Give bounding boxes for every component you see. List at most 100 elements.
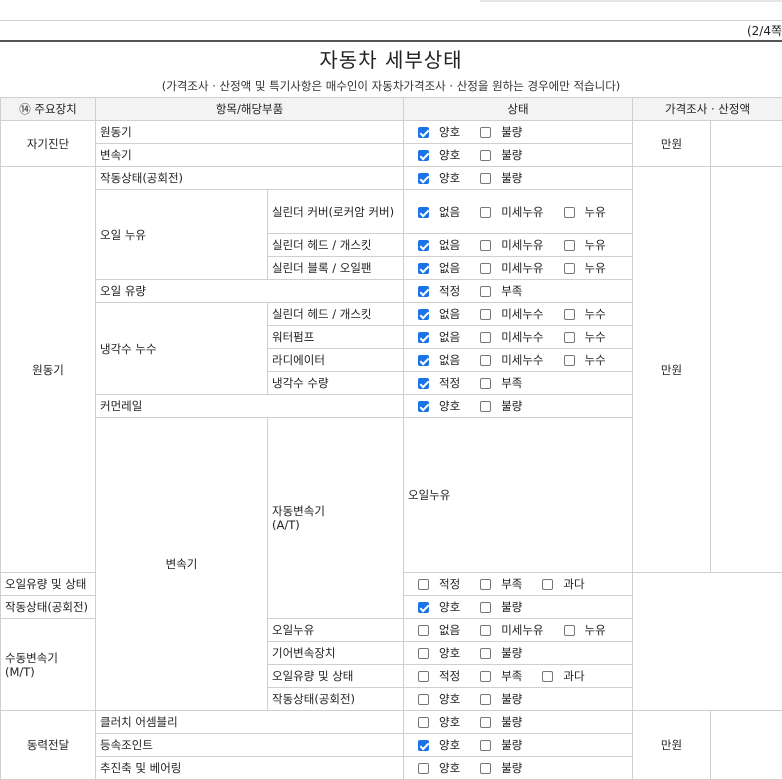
title-separator — [0, 40, 782, 42]
checkbox-unchecked[interactable] — [418, 648, 429, 659]
checkbox-unchecked[interactable] — [480, 332, 491, 343]
checkbox-unchecked[interactable] — [564, 240, 575, 251]
checkbox-unchecked[interactable] — [542, 671, 553, 682]
checkbox-checked[interactable] — [418, 263, 429, 274]
status-option-label: 양호 — [439, 399, 460, 413]
status-option-label: 과다 — [563, 577, 584, 591]
checkbox-checked[interactable] — [418, 740, 429, 751]
checkbox-unchecked[interactable] — [480, 263, 491, 274]
checkbox-unchecked[interactable] — [480, 717, 491, 728]
checkbox-unchecked[interactable] — [418, 625, 429, 636]
status-option: 누유 — [564, 238, 616, 252]
item-label: 오일유량 및 상태 — [1, 573, 96, 596]
checkbox-unchecked[interactable] — [418, 671, 429, 682]
status-option: 불량 — [480, 715, 532, 729]
status-option-label: 없음 — [439, 330, 460, 344]
document-title: 자동차 세부상태 — [0, 44, 782, 73]
checkbox-unchecked[interactable] — [480, 207, 491, 218]
status-option-label: 미세누유 — [501, 238, 543, 252]
checkbox-unchecked[interactable] — [564, 355, 575, 366]
item-label: 오일 유량 — [96, 280, 404, 303]
checkbox-unchecked[interactable] — [480, 763, 491, 774]
status-option-label: 양호 — [439, 692, 460, 706]
price-unit: 만원 — [633, 121, 711, 167]
subgroup-auto-trans: 자동변속기 (A/T) — [268, 418, 404, 619]
checkbox-unchecked[interactable] — [480, 694, 491, 705]
checkbox-unchecked[interactable] — [480, 127, 491, 138]
status-option: 없음 — [418, 205, 470, 219]
browser-top-bar — [0, 0, 782, 21]
checkbox-unchecked[interactable] — [480, 378, 491, 389]
checkbox-unchecked[interactable] — [480, 602, 491, 613]
checkbox-unchecked[interactable] — [418, 694, 429, 705]
checkbox-unchecked[interactable] — [480, 150, 491, 161]
status-option: 미세누유 — [480, 623, 553, 637]
checkbox-checked[interactable] — [418, 355, 429, 366]
status-option-label: 미세누유 — [501, 205, 543, 219]
checkbox-unchecked[interactable] — [418, 763, 429, 774]
checkbox-unchecked[interactable] — [480, 240, 491, 251]
status-option-label: 불량 — [501, 148, 522, 162]
status-option-label: 불량 — [501, 692, 522, 706]
checkbox-unchecked[interactable] — [564, 207, 575, 218]
item-label: 클러치 어셈블리 — [96, 711, 404, 734]
checkbox-checked[interactable] — [418, 309, 429, 320]
checkbox-checked[interactable] — [418, 286, 429, 297]
checkbox-checked[interactable] — [418, 207, 429, 218]
checkbox-unchecked[interactable] — [480, 286, 491, 297]
checkbox-checked[interactable] — [418, 602, 429, 613]
status-cell: 적정부족과다 — [404, 573, 633, 596]
item-label: 오일유량 및 상태 — [268, 665, 404, 688]
checkbox-unchecked[interactable] — [564, 309, 575, 320]
status-cell: 양호 불량 — [404, 688, 633, 711]
checkbox-unchecked[interactable] — [542, 579, 553, 590]
checkbox-checked[interactable] — [418, 240, 429, 251]
checkbox-unchecked[interactable] — [480, 740, 491, 751]
status-option: 과다 — [542, 669, 594, 683]
status-option: 적정 — [418, 284, 470, 298]
table-row: 동력전달 클러치 어셈블리 양호불량 만원 — [1, 711, 782, 734]
item-label: 실린더 헤드 / 개스킷 — [268, 234, 404, 257]
checkbox-unchecked[interactable] — [480, 401, 491, 412]
checkbox-checked[interactable] — [418, 150, 429, 161]
checkbox-unchecked[interactable] — [480, 625, 491, 636]
checkbox-unchecked[interactable] — [480, 648, 491, 659]
status-cell: 없음 미세누유 누유 — [404, 619, 633, 642]
checkbox-checked[interactable] — [418, 378, 429, 389]
status-cell: 없음미세누유누유 — [404, 234, 633, 257]
checkbox-unchecked[interactable] — [480, 309, 491, 320]
status-cell: 양호 불량 — [404, 144, 633, 167]
checkbox-checked[interactable] — [418, 332, 429, 343]
status-option: 누유 — [564, 623, 616, 637]
status-option-label: 없음 — [439, 623, 460, 637]
status-option: 미세누수 — [480, 353, 553, 367]
item-label: 작동상태(공회전) — [1, 596, 96, 619]
checkbox-unchecked[interactable] — [480, 173, 491, 184]
status-option: 누유 — [564, 261, 616, 275]
checkbox-unchecked[interactable] — [480, 355, 491, 366]
status-option-label: 불량 — [501, 399, 522, 413]
checkbox-unchecked[interactable] — [480, 579, 491, 590]
status-option: 부족 — [480, 669, 532, 683]
status-option: 양호 — [418, 148, 470, 162]
checkbox-unchecked[interactable] — [564, 263, 575, 274]
table-row: 원동기 작동상태(공회전) 양호불량 만원 — [1, 167, 782, 190]
status-option: 적정 — [418, 376, 470, 390]
checkbox-checked[interactable] — [418, 173, 429, 184]
checkbox-unchecked[interactable] — [564, 625, 575, 636]
header-main-device: ⑭ 주요장치 — [1, 98, 96, 121]
status-option: 양호 — [418, 738, 470, 752]
status-option-label: 불량 — [501, 600, 522, 614]
header-status: 상태 — [404, 98, 633, 121]
item-label: 작동상태(공회전) — [96, 167, 404, 190]
status-option: 누유 — [564, 205, 616, 219]
item-label: 오일누유 — [268, 619, 404, 642]
checkbox-checked[interactable] — [418, 127, 429, 138]
checkbox-unchecked[interactable] — [480, 671, 491, 682]
status-option: 양호 — [418, 125, 470, 139]
checkbox-unchecked[interactable] — [418, 717, 429, 728]
checkbox-unchecked[interactable] — [418, 579, 429, 590]
status-option-label: 미세누수 — [501, 307, 543, 321]
checkbox-checked[interactable] — [418, 401, 429, 412]
checkbox-unchecked[interactable] — [564, 332, 575, 343]
